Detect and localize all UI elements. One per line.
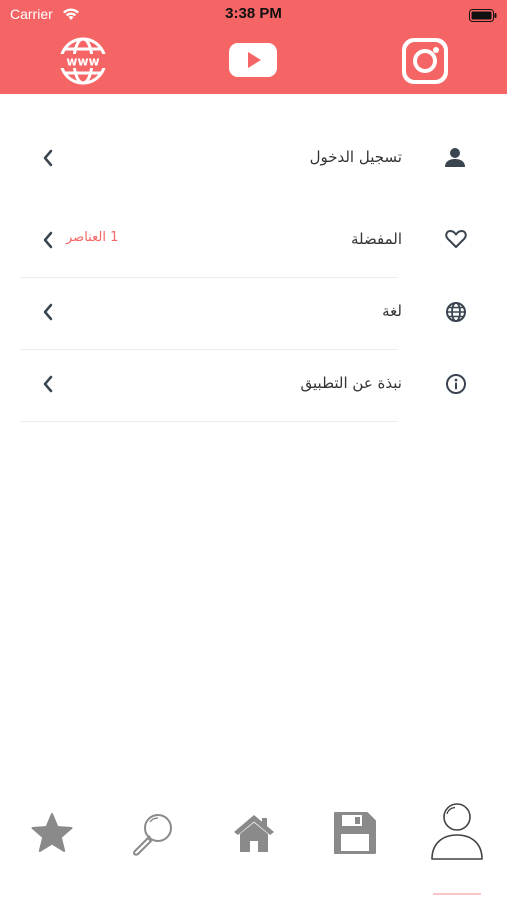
website-link[interactable]: www	[58, 36, 108, 90]
tab-favorites[interactable]	[30, 812, 74, 858]
menu-item-language[interactable]: لغة	[20, 278, 402, 350]
chevron-left-icon	[42, 148, 54, 172]
menu-item-label: تسجيل الدخول	[309, 148, 402, 166]
svg-text:www: www	[66, 55, 99, 69]
home-icon	[234, 815, 274, 852]
status-bar: Carrier 3:38 PM	[0, 0, 507, 28]
tab-saved[interactable]	[332, 810, 378, 860]
battery-icon	[469, 7, 497, 26]
tab-bar	[0, 790, 507, 900]
info-icon	[445, 373, 467, 399]
chevron-left-icon	[42, 374, 54, 398]
tab-profile[interactable]	[429, 802, 485, 866]
menu-item-label: لغة	[382, 302, 402, 320]
tab-search[interactable]	[130, 812, 176, 860]
divider	[20, 421, 398, 422]
menu-item-favorites[interactable]: 1 العناصر المفضلة	[20, 206, 402, 278]
instagram-icon	[402, 38, 448, 84]
menu-item-about[interactable]: نبذة عن التطبيق	[20, 350, 402, 422]
youtube-link[interactable]	[228, 42, 278, 82]
save-icon	[334, 812, 376, 854]
chevron-left-icon	[42, 302, 54, 326]
selected-tab-indicator	[433, 893, 481, 895]
app-header: Carrier 3:38 PM www	[0, 0, 507, 94]
heart-icon	[445, 229, 467, 253]
globe-icon	[445, 301, 467, 327]
favorites-count-badge: 1 العناصر	[66, 230, 119, 245]
status-time: 3:38 PM	[225, 5, 282, 22]
star-icon	[31, 813, 73, 852]
menu-item-label: نبذة عن التطبيق	[300, 374, 402, 392]
instagram-link[interactable]	[400, 36, 450, 90]
tab-home[interactable]	[231, 812, 277, 858]
menu-item-label: المفضلة	[350, 230, 402, 248]
search-icon	[133, 814, 172, 856]
person-icon	[444, 146, 466, 172]
www-globe-icon: www	[59, 37, 107, 85]
youtube-icon	[229, 43, 277, 77]
chevron-left-icon	[42, 230, 54, 254]
profile-icon	[431, 803, 483, 860]
menu-item-login[interactable]: تسجيل الدخول	[20, 122, 402, 194]
